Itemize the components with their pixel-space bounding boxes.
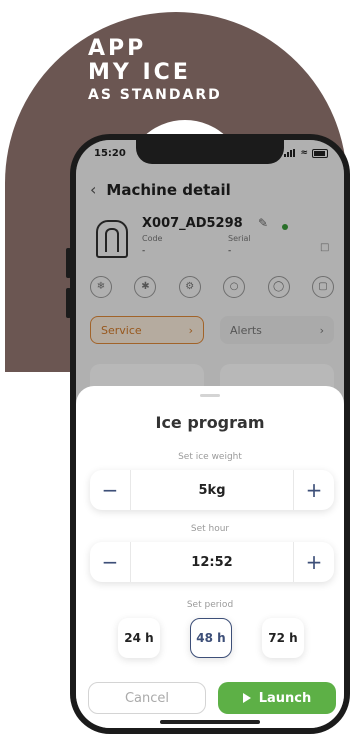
play-icon (242, 693, 251, 703)
hour-value: 12:52 (130, 542, 294, 582)
weight-decrement-button[interactable]: − (90, 470, 130, 510)
phone-screen: 15:20 ≈ ‹ Machine detail X007_AD5298 ✎ C… (76, 140, 344, 728)
weight-label: Set ice weight (178, 452, 242, 462)
weight-stepper: − 5kg + (90, 470, 334, 510)
hour-label: Set hour (190, 524, 230, 534)
weight-value: 5kg (130, 470, 294, 510)
promo-line-app: APP (88, 36, 147, 61)
period-option-48h[interactable]: 48 h (190, 618, 232, 658)
launch-label: Launch (258, 690, 312, 706)
promo-line-my-ice: MY ICE (88, 60, 191, 85)
cancel-label: Cancel (124, 690, 170, 706)
sheet-grab-handle[interactable] (200, 394, 220, 397)
weight-increment-button[interactable]: + (294, 470, 334, 510)
ice-program-sheet: Ice program Set ice weight − 5kg + Set h… (76, 386, 344, 728)
period-option-24h[interactable]: 24 h (118, 618, 160, 658)
home-indicator (160, 720, 260, 724)
promo-line-as-standard: AS STANDARD (88, 87, 222, 103)
promo-headline: APP MY ICE AS STANDARD (88, 36, 222, 103)
phone-notch (136, 140, 284, 164)
period-option-72h[interactable]: 72 h (262, 618, 304, 658)
sheet-title: Ice program (155, 413, 265, 432)
hour-increment-button[interactable]: + (294, 542, 334, 582)
hour-stepper: − 12:52 + (90, 542, 334, 582)
hour-decrement-button[interactable]: − (90, 542, 130, 582)
cancel-button[interactable]: Cancel (88, 682, 206, 714)
period-label: Set period (186, 600, 234, 610)
launch-button[interactable]: Launch (218, 682, 336, 714)
